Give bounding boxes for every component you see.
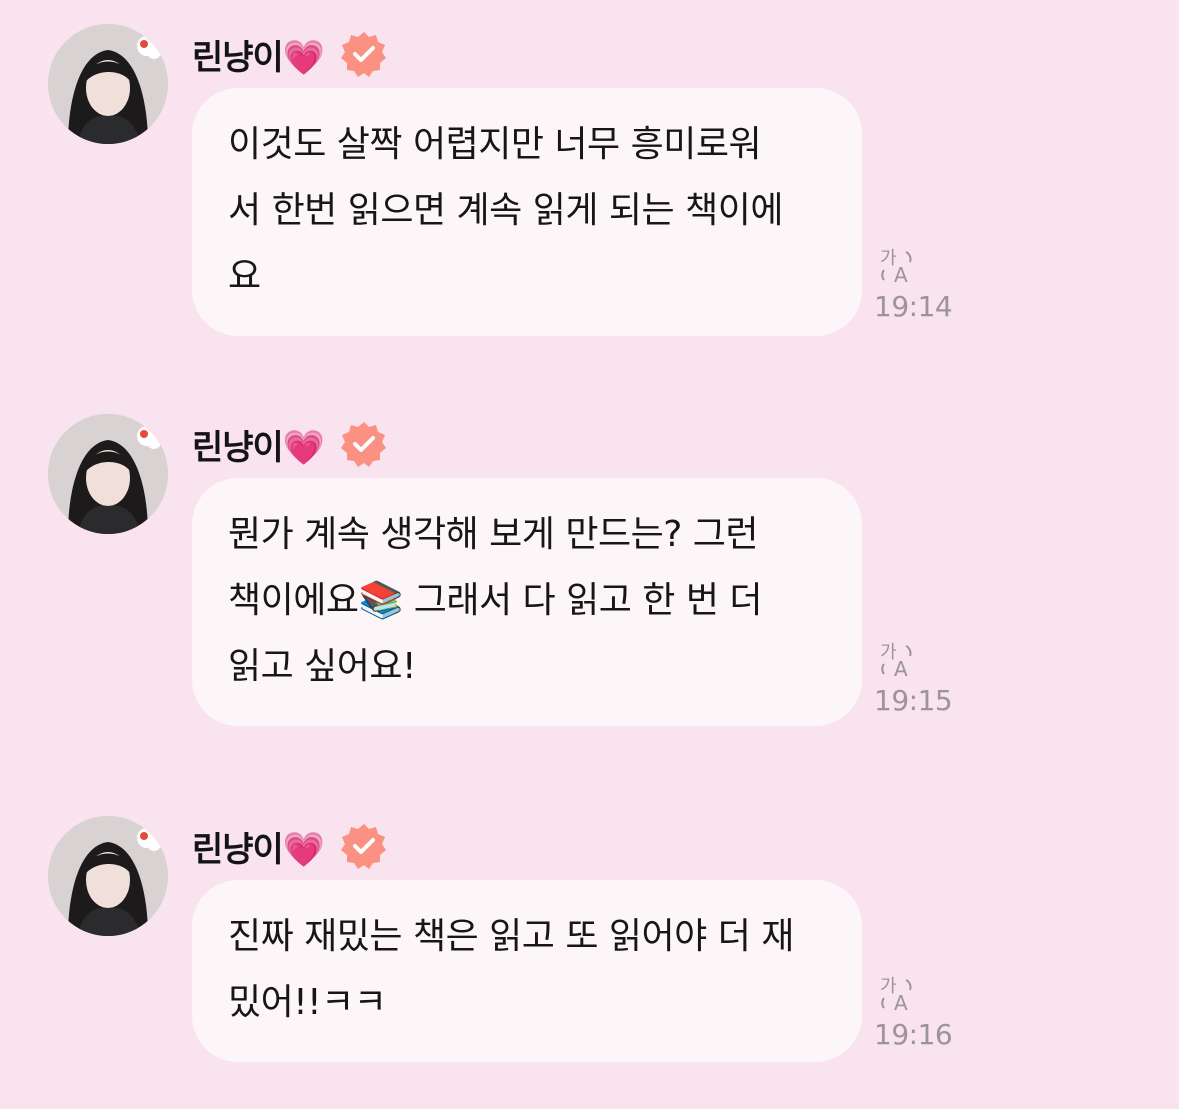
message-text: 이것도 살짝 어렵지만 너무 흥미로워 서 한번 읽으면 계속 읽게 되는 책이… [228,124,783,297]
avatar[interactable] [48,816,168,936]
verified-badge-icon [341,32,387,77]
message-bubble[interactable]: 뭔가 계속 생각해 보게 만드는? 그런 책이에요📚 그래서 다 읽고 한 번 … [192,478,862,726]
message-time: 19:14 [874,290,953,323]
svg-text:A: A [894,263,908,286]
avatar[interactable] [48,24,168,144]
translate-icon[interactable]: 가 A [878,974,918,1014]
message-time: 19:16 [874,1018,953,1051]
message-text: 진짜 재밌는 책은 읽고 또 읽어야 더 재 밌어!!ㅋㅋ [228,916,794,1023]
verified-badge-icon [341,824,387,869]
sender-row: 린냥이💗 [192,26,388,82]
translate-icon[interactable]: 가 A [878,246,918,286]
sender-name[interactable]: 린냥이💗 [192,30,325,79]
message-bubble[interactable]: 이것도 살짝 어렵지만 너무 흥미로워 서 한번 읽으면 계속 읽게 되는 책이… [192,88,862,336]
translate-icon[interactable]: 가 A [878,640,918,680]
sender-row: 린냥이💗 [192,818,388,874]
sender-name[interactable]: 린냥이💗 [192,420,325,469]
svg-text:A: A [894,657,908,680]
message-bubble[interactable]: 진짜 재밌는 책은 읽고 또 읽어야 더 재 밌어!!ㅋㅋ [192,880,862,1062]
avatar[interactable] [48,414,168,534]
message-text: 뭔가 계속 생각해 보게 만드는? 그런 책이에요📚 그래서 다 읽고 한 번 … [228,514,763,687]
sender-row: 린냥이💗 [192,416,388,472]
verified-badge-icon [341,422,387,467]
sender-name[interactable]: 린냥이💗 [192,822,325,871]
message-meta: 가 A 19:16 [874,974,954,1051]
svg-text:A: A [894,991,908,1014]
message-time: 19:15 [874,684,953,717]
message-meta: 가 A 19:15 [874,640,954,717]
message-meta: 가 A 19:14 [874,246,954,323]
